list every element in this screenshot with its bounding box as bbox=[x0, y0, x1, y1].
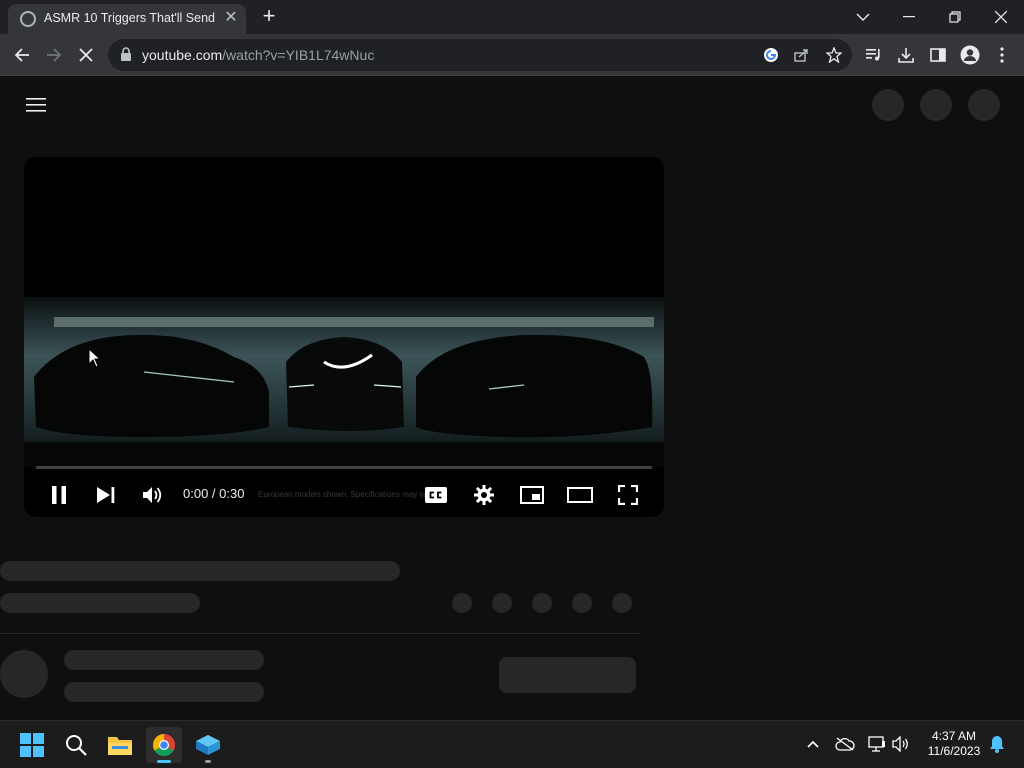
media-queue-icon[interactable] bbox=[861, 42, 887, 68]
header-placeholder-circle bbox=[872, 89, 904, 121]
close-icon[interactable]: ✕ bbox=[222, 9, 240, 27]
youtube-page: 0:00 / 0:30 European models shown. Speci… bbox=[0, 77, 1024, 720]
running-indicator bbox=[205, 760, 211, 763]
time-display: 0:00 / 0:30 bbox=[183, 486, 245, 501]
speaker-icon[interactable] bbox=[890, 733, 912, 755]
profile-icon[interactable] bbox=[957, 42, 983, 68]
browser-toolbar: youtube.com/watch?v=YIB1L74wNuc bbox=[0, 34, 1024, 76]
url-host: youtube.com bbox=[142, 47, 223, 63]
title-skeleton bbox=[0, 561, 400, 581]
url-text[interactable]: youtube.com/watch?v=YIB1L74wNuc bbox=[142, 47, 374, 63]
header-placeholder-circle bbox=[968, 89, 1000, 121]
subtitle-skeleton bbox=[0, 593, 200, 613]
divider bbox=[0, 633, 640, 634]
mouse-cursor-icon bbox=[88, 348, 102, 368]
player-controls: 0:00 / 0:30 European models shown. Speci… bbox=[24, 473, 664, 517]
pause-icon[interactable] bbox=[44, 480, 74, 510]
windows-start-icon[interactable] bbox=[14, 727, 50, 763]
subscribe-button-skeleton bbox=[499, 657, 636, 693]
video-disclaimer-text: European models shown. Specifications ma… bbox=[258, 490, 437, 499]
back-icon[interactable] bbox=[9, 42, 35, 68]
bookmark-star-icon[interactable] bbox=[821, 42, 847, 68]
miniplayer-icon[interactable] bbox=[517, 480, 547, 510]
channel-subs-skeleton bbox=[64, 682, 264, 702]
network-icon[interactable] bbox=[866, 733, 888, 755]
next-icon[interactable] bbox=[91, 480, 121, 510]
tray-chevron-icon[interactable] bbox=[802, 733, 824, 755]
chrome-icon[interactable] bbox=[146, 727, 182, 763]
action-skeleton-circle bbox=[532, 593, 552, 613]
taskbar-clock[interactable]: 4:37 AM 11/6/2023 bbox=[918, 729, 990, 759]
window-close-icon[interactable] bbox=[984, 4, 1018, 30]
channel-avatar-skeleton bbox=[0, 650, 48, 698]
favicon-icon bbox=[20, 11, 36, 27]
notification-bell-icon[interactable] bbox=[986, 733, 1008, 755]
browser-tab-strip: ASMR 10 Triggers That'll Send Ti ✕ + bbox=[0, 0, 1024, 34]
store-app-icon[interactable] bbox=[190, 727, 226, 763]
action-skeleton-circle bbox=[452, 593, 472, 613]
channel-name-skeleton bbox=[64, 650, 264, 670]
search-icon[interactable] bbox=[58, 727, 94, 763]
theater-mode-icon[interactable] bbox=[565, 480, 595, 510]
stop-loading-icon[interactable] bbox=[73, 42, 99, 68]
action-skeleton-circle bbox=[612, 593, 632, 613]
settings-gear-icon[interactable] bbox=[469, 480, 499, 510]
url-path: /watch?v=YIB1L74wNuc bbox=[222, 47, 375, 63]
forward-icon[interactable] bbox=[41, 42, 67, 68]
hamburger-menu-icon[interactable] bbox=[26, 97, 46, 113]
menu-dots-icon[interactable] bbox=[989, 42, 1015, 68]
lock-icon[interactable] bbox=[120, 47, 132, 61]
restore-icon[interactable] bbox=[938, 4, 972, 30]
tab-title: ASMR 10 Triggers That'll Send Ti bbox=[44, 11, 216, 25]
taskbar: 4:37 AM 11/6/2023 bbox=[0, 720, 1024, 768]
action-skeleton-circle bbox=[572, 593, 592, 613]
progress-bar[interactable] bbox=[36, 466, 652, 469]
header-placeholder-circle bbox=[920, 89, 952, 121]
fullscreen-icon[interactable] bbox=[613, 480, 643, 510]
clock-date: 11/6/2023 bbox=[927, 744, 981, 758]
browser-tab[interactable]: ASMR 10 Triggers That'll Send Ti ✕ bbox=[8, 4, 246, 34]
google-lens-icon[interactable] bbox=[758, 42, 784, 68]
volume-icon[interactable] bbox=[138, 480, 168, 510]
side-panel-icon[interactable] bbox=[925, 42, 951, 68]
onedrive-icon[interactable] bbox=[834, 733, 856, 755]
video-frame bbox=[24, 297, 664, 467]
tab-search-icon[interactable] bbox=[846, 4, 880, 30]
video-player[interactable]: 0:00 / 0:30 European models shown. Speci… bbox=[24, 157, 664, 517]
clock-time: 4:37 AM bbox=[931, 729, 977, 743]
new-tab-icon[interactable]: + bbox=[258, 5, 280, 28]
captions-icon[interactable] bbox=[421, 480, 451, 510]
file-explorer-icon[interactable] bbox=[102, 727, 138, 763]
action-skeleton-circle bbox=[492, 593, 512, 613]
address-bar[interactable]: youtube.com/watch?v=YIB1L74wNuc bbox=[108, 39, 852, 71]
share-icon[interactable] bbox=[788, 42, 814, 68]
download-icon[interactable] bbox=[893, 42, 919, 68]
minimize-icon[interactable] bbox=[892, 4, 926, 30]
active-indicator bbox=[157, 760, 171, 763]
